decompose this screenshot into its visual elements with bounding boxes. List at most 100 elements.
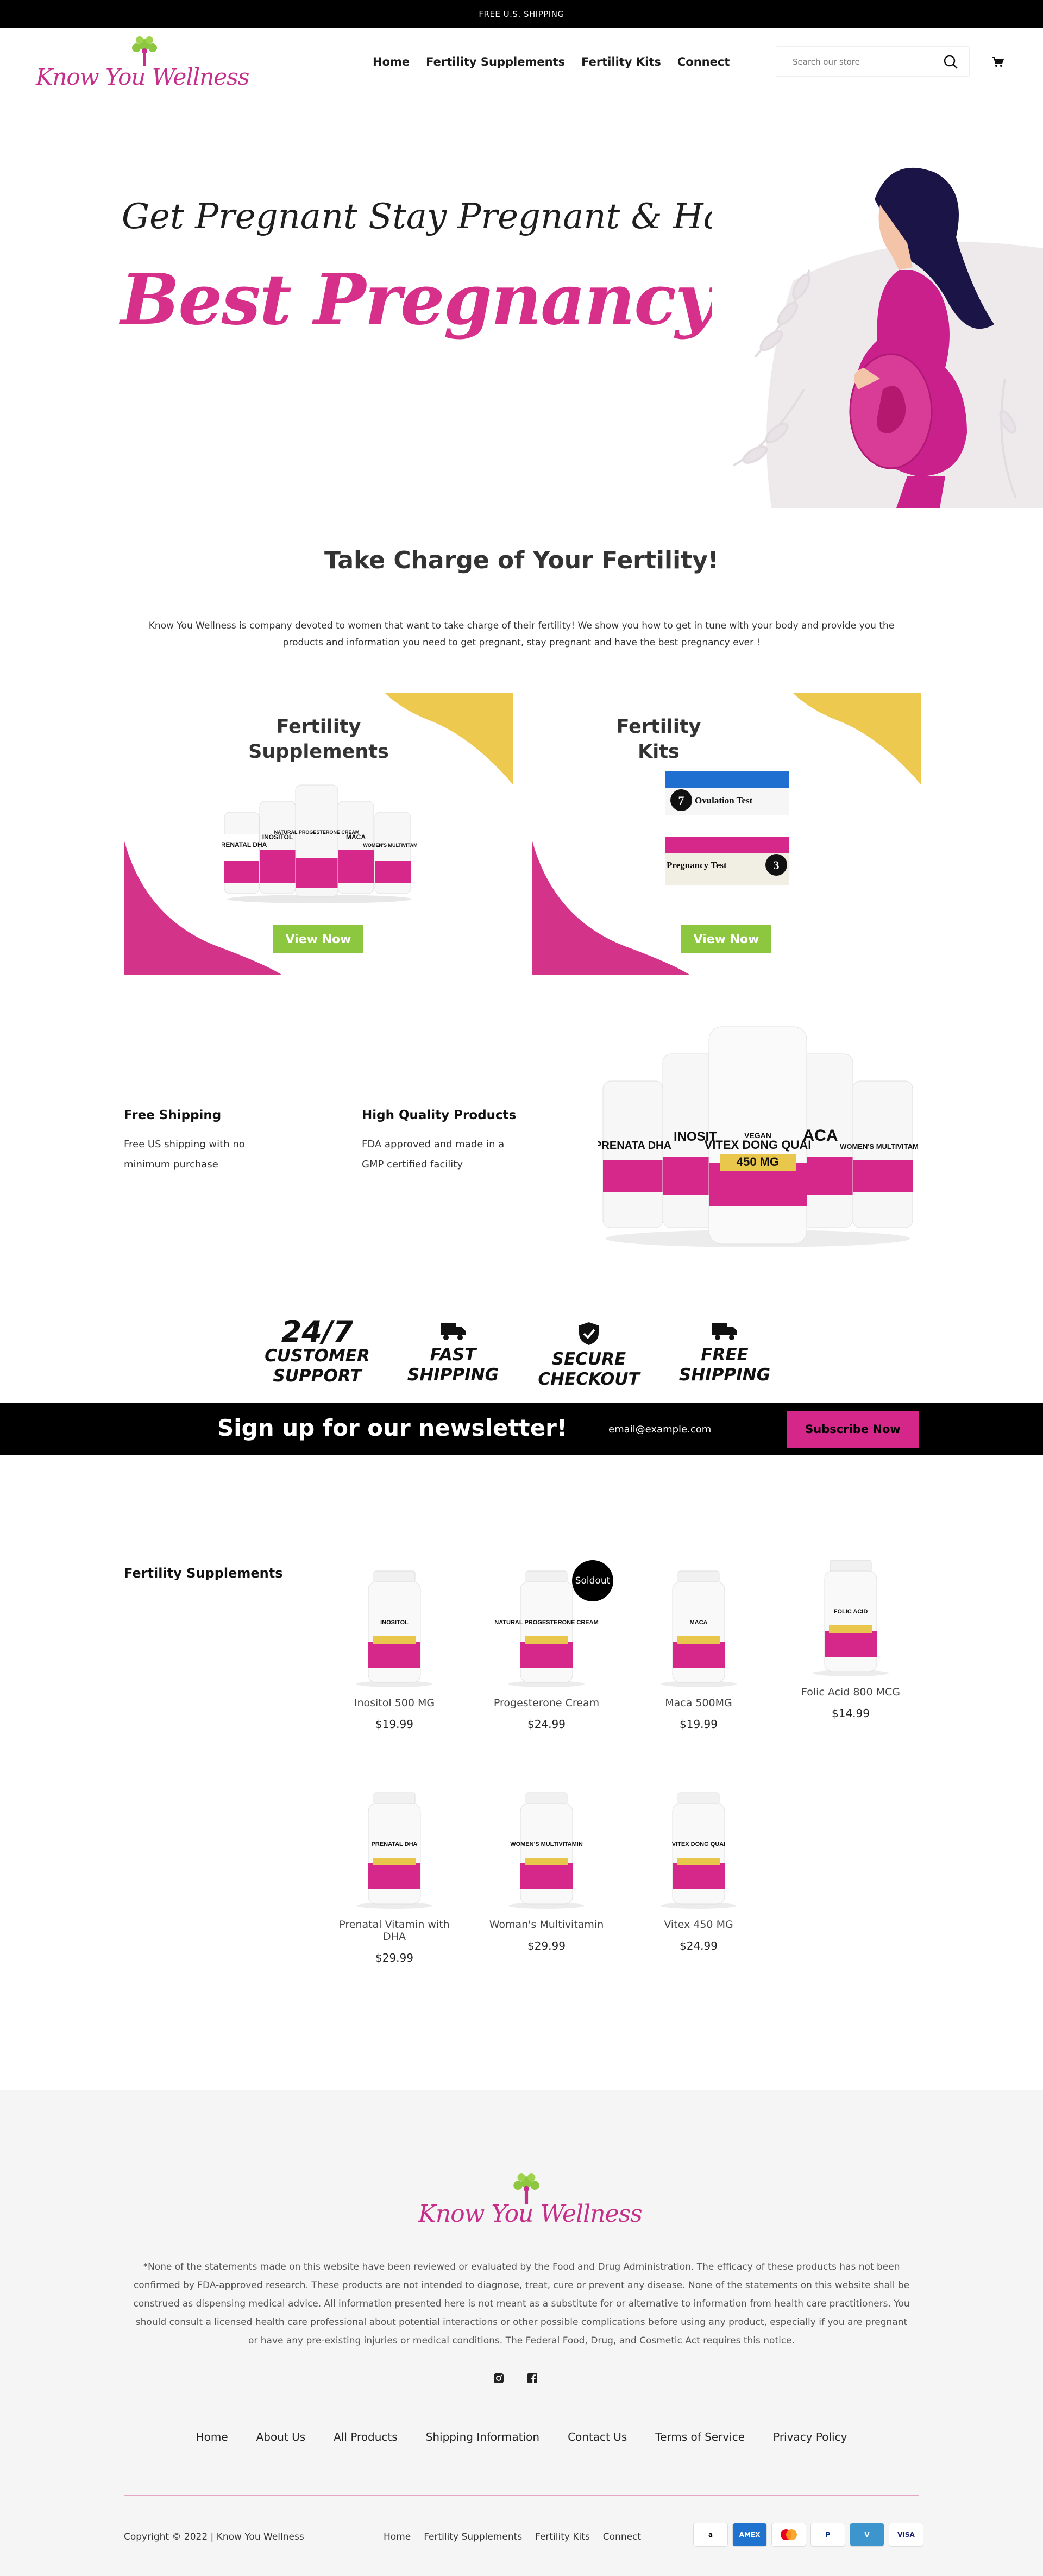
product-card[interactable]: PRENATAL DHA Prenatal Vitamin with DHA $29… bbox=[329, 1782, 460, 1964]
svg-text:INOSITOL: INOSITOL bbox=[380, 1619, 409, 1626]
social-links bbox=[493, 2373, 538, 2384]
footer-links: Home About Us All Products Shipping Info… bbox=[0, 2430, 1043, 2443]
nav-home[interactable]: Home bbox=[373, 55, 410, 68]
view-now-button[interactable]: View Now bbox=[273, 925, 363, 953]
footer-bottom-home[interactable]: Home bbox=[384, 2531, 411, 2542]
feature-free-shipping: Free Shipping Free US shipping with no m… bbox=[124, 1108, 287, 1174]
badge-fast-shipping: FAST SHIPPING bbox=[393, 1315, 513, 1385]
footer-logo[interactable]: Know You Wellness bbox=[413, 2172, 643, 2237]
category-card-supplements[interactable]: FertilitySupplements PRENATAL DHA INOSIT… bbox=[124, 693, 513, 975]
svg-text:Pregnancy Test: Pregnancy Test bbox=[667, 860, 727, 870]
brand-logo[interactable]: Know You Wellness bbox=[36, 34, 249, 96]
product-card[interactable]: WOMEN'S MULTIVITAMIN Woman's Multivitamin… bbox=[481, 1782, 612, 1952]
search-box bbox=[776, 46, 970, 77]
card-title: Fertility Kits bbox=[616, 716, 701, 763]
footer-bottom-nav: Home Fertility Supplements Fertility Kit… bbox=[384, 2531, 641, 2542]
brand-name: Know You Wellness bbox=[418, 2200, 643, 2228]
venmo-icon: V bbox=[850, 2523, 884, 2547]
svg-text:Ovulation Test: Ovulation Test bbox=[695, 795, 753, 806]
badge-customer-support: 24/7 CUSTOMER SUPPORT bbox=[257, 1315, 377, 1386]
footer-bottom-kits[interactable]: Fertility Kits bbox=[535, 2531, 590, 2542]
copyright: Copyright © 2022 | Know You Wellness bbox=[124, 2531, 304, 2542]
product-card[interactable]: MACA Maca 500MG $19.99 bbox=[633, 1560, 764, 1731]
product-image[interactable]: PRENATAL DHA bbox=[329, 1782, 460, 1912]
newsletter-bar: Sign up for our newsletter! Subscribe No… bbox=[0, 1403, 1043, 1455]
products-section-title: Fertility Supplements bbox=[124, 1566, 283, 1581]
site-footer: Know You Wellness *None of the statement… bbox=[0, 2090, 1043, 2576]
visa-icon: VISA bbox=[889, 2523, 923, 2547]
badge-text: CUSTOMER SUPPORT bbox=[265, 1346, 370, 1386]
product-name[interactable]: Progesterone Cream bbox=[481, 1697, 612, 1709]
nav-connect[interactable]: Connect bbox=[677, 55, 730, 68]
view-now-button[interactable]: View Now bbox=[681, 925, 771, 953]
badge-secure-checkout: SECURE CHECKOUT bbox=[529, 1315, 649, 1390]
cart-icon[interactable] bbox=[992, 56, 1004, 67]
product-price: $24.99 bbox=[527, 1718, 566, 1731]
product-card[interactable]: VITEX DONG QUAI Vitex 450 MG $24.99 bbox=[633, 1782, 764, 1952]
badge-text: SECURE CHECKOUT bbox=[538, 1349, 640, 1389]
product-image[interactable]: NATURAL PROGESTERONE CREAM Soldout bbox=[481, 1560, 613, 1691]
product-bottles-image: PRENATA DHA INOSIT VEGAN VITEX DONG QUAI… bbox=[598, 1026, 918, 1247]
product-image[interactable]: MACA bbox=[633, 1560, 764, 1691]
product-image[interactable]: VITEX DONG QUAI bbox=[633, 1782, 764, 1912]
footer-bottom-connect[interactable]: Connect bbox=[603, 2531, 641, 2542]
svg-text:450 MG: 450 MG bbox=[737, 1155, 779, 1168]
intro-text: Know You Wellness is company devoted to … bbox=[148, 620, 895, 648]
product-name[interactable]: Folic Acid 800 MCG bbox=[786, 1686, 916, 1698]
newsletter-email-input[interactable] bbox=[608, 1418, 771, 1440]
intro-title: Take Charge of Your Fertility! bbox=[324, 546, 719, 574]
product-name[interactable]: Inositol 500 MG bbox=[329, 1697, 460, 1709]
svg-text:MACA: MACA bbox=[690, 1619, 708, 1626]
footer-link-contact[interactable]: Contact Us bbox=[568, 2430, 627, 2443]
instagram-icon[interactable] bbox=[493, 2373, 504, 2384]
svg-text:FOLIC ACID: FOLIC ACID bbox=[834, 1609, 868, 1615]
subscribe-button[interactable]: Subscribe Now bbox=[787, 1411, 919, 1448]
footer-link-terms[interactable]: Terms of Service bbox=[655, 2430, 745, 2443]
product-name[interactable]: Vitex 450 MG bbox=[633, 1919, 764, 1931]
footer-link-about[interactable]: About Us bbox=[256, 2430, 306, 2443]
truck-icon bbox=[441, 1323, 466, 1340]
hero-banner: Get Pregnant Stay Pregnant & Have the Be… bbox=[0, 102, 1043, 508]
product-card[interactable]: FOLIC ACID Folic Acid 800 MCG $14.99 bbox=[786, 1549, 916, 1720]
amex-icon: AMEX bbox=[732, 2523, 767, 2547]
product-name[interactable]: Maca 500MG bbox=[633, 1697, 764, 1709]
amazon-icon: a bbox=[693, 2523, 728, 2547]
svg-text:VITEX DONG QUAI: VITEX DONG QUAI bbox=[705, 1138, 812, 1152]
product-image[interactable]: WOMEN'S MULTIVITAMIN bbox=[481, 1782, 612, 1912]
footer-link-home[interactable]: Home bbox=[196, 2430, 228, 2443]
test-strips-image: 7 Ovulation Test 3 Pregnancy Test bbox=[665, 771, 789, 885]
payment-icons: a AMEX P V VISA bbox=[693, 2523, 923, 2547]
nav-fertility-supplements[interactable]: Fertility Supplements bbox=[426, 55, 565, 68]
svg-text:PRENATA DHA: PRENATA DHA bbox=[598, 1140, 671, 1152]
search-input[interactable] bbox=[793, 54, 934, 70]
product-name[interactable]: Prenatal Vitamin with DHA bbox=[329, 1919, 460, 1943]
svg-text:PRENATAL DHA: PRENATAL DHA bbox=[222, 841, 267, 849]
announcement-text: FREE U.S. SHIPPING bbox=[479, 9, 564, 19]
badge-top: 24/7 bbox=[281, 1315, 354, 1349]
shield-check-icon bbox=[579, 1322, 599, 1345]
svg-text:WOMEN'S MULTIVITAMIN: WOMEN'S MULTIVITAMIN bbox=[510, 1841, 583, 1848]
pregnant-woman-illustration bbox=[712, 161, 1043, 508]
footer-bottom-supplements[interactable]: Fertility Supplements bbox=[424, 2531, 522, 2542]
footer-link-shipping[interactable]: Shipping Information bbox=[426, 2430, 539, 2443]
footer-link-privacy[interactable]: Privacy Policy bbox=[773, 2430, 847, 2443]
main-nav: Home Fertility Supplements Fertility Kit… bbox=[373, 55, 730, 68]
svg-text:WOMEN'S MULTIVITAMIN: WOMEN'S MULTIVITAMIN bbox=[363, 843, 417, 848]
search-icon[interactable] bbox=[943, 54, 958, 70]
footer-divider bbox=[124, 2495, 919, 2496]
footer-link-all-products[interactable]: All Products bbox=[334, 2430, 398, 2443]
product-card[interactable]: NATURAL PROGESTERONE CREAM Soldout Progest… bbox=[481, 1560, 613, 1731]
product-image[interactable]: FOLIC ACID bbox=[786, 1549, 916, 1680]
product-card[interactable]: INOSITOL Inositol 500 MG $19.99 bbox=[329, 1560, 460, 1731]
product-name[interactable]: Woman's Multivitamin bbox=[481, 1919, 612, 1931]
site-header: Know You Wellness Home Fertility Supplem… bbox=[0, 28, 1043, 102]
newsletter-title: Sign up for our newsletter! bbox=[217, 1415, 567, 1441]
feature-text: FDA approved and made in a GMP certified… bbox=[362, 1139, 505, 1170]
product-price: $19.99 bbox=[680, 1718, 718, 1731]
nav-fertility-kits[interactable]: Fertility Kits bbox=[581, 55, 661, 68]
product-price: $19.99 bbox=[375, 1718, 413, 1731]
truck-icon bbox=[712, 1323, 737, 1340]
category-card-kits[interactable]: Fertility Kits 7 Ovulation Test 3 Pregnan… bbox=[532, 693, 921, 975]
product-image[interactable]: INOSITOL bbox=[329, 1560, 460, 1691]
facebook-icon[interactable] bbox=[527, 2373, 538, 2384]
